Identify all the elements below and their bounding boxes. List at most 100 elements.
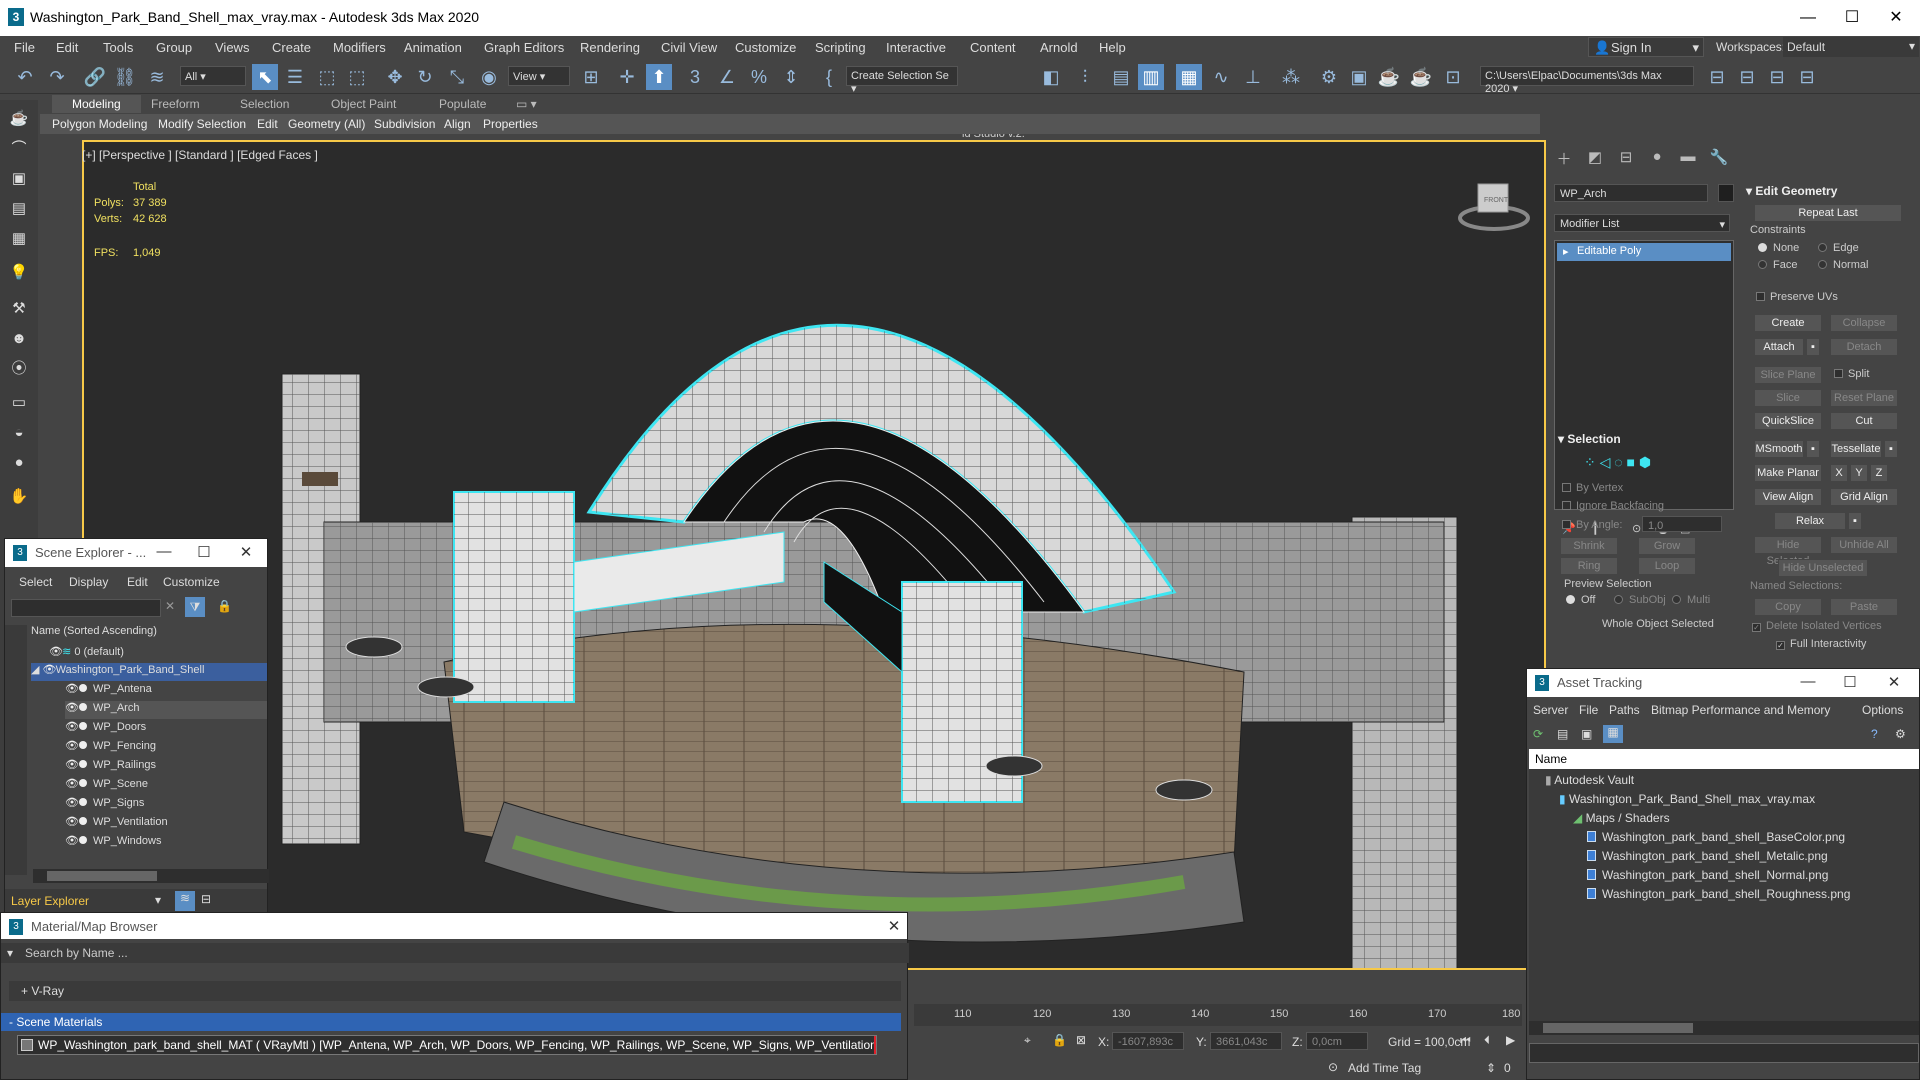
snaps-toggle-icon[interactable]: 3 bbox=[682, 64, 708, 90]
render-bulb-icon[interactable] bbox=[79, 684, 87, 692]
relax-button[interactable]: Relax bbox=[1774, 512, 1846, 530]
object-color-swatch[interactable] bbox=[1718, 184, 1734, 202]
object-row[interactable]: 👁 WP_Windows bbox=[65, 834, 267, 852]
scrollbar-thumb[interactable] bbox=[1543, 1023, 1693, 1033]
z-coordinate-field[interactable]: 0,0cm bbox=[1306, 1032, 1368, 1050]
render-bulb-icon[interactable] bbox=[79, 817, 87, 825]
asset-tracking-titlebar[interactable]: 3 Asset Tracking — ☐ ✕ bbox=[1527, 669, 1919, 697]
menu-animation[interactable]: Animation bbox=[404, 40, 462, 55]
planar-y-button[interactable]: Y bbox=[1850, 464, 1868, 482]
open-icon[interactable]: ⊟ bbox=[1734, 64, 1760, 90]
constraint-edge-radio[interactable]: Edge bbox=[1818, 242, 1859, 254]
scale-icon[interactable]: ⤡ bbox=[444, 64, 470, 90]
by-vertex-checkbox[interactable]: By Vertex bbox=[1562, 482, 1623, 494]
preview-off-radio[interactable]: Off bbox=[1566, 594, 1595, 606]
timeline-ruler[interactable]: 110 120 130 140 150 160 170 180 bbox=[914, 1004, 1522, 1026]
hierarchy-icon[interactable]: ⊟ bbox=[201, 892, 211, 906]
angle-snap-icon[interactable]: ∠ bbox=[714, 64, 740, 90]
x-coordinate-field[interactable]: -1607,893c bbox=[1112, 1032, 1184, 1050]
dome-icon[interactable]: ◒ bbox=[6, 420, 32, 446]
align-icon[interactable]: ⫶ bbox=[1072, 64, 1098, 90]
rendered-frame-window-icon[interactable]: ▣ bbox=[1346, 64, 1372, 90]
menu-interactive[interactable]: Interactive bbox=[886, 40, 946, 55]
hierarchy-panel-icon[interactable]: ⊟ bbox=[1615, 148, 1637, 170]
render-bulb-icon[interactable] bbox=[79, 798, 87, 806]
menu-graph-editors[interactable]: Graph Editors bbox=[484, 40, 564, 55]
render-bulb-icon[interactable] bbox=[79, 760, 87, 768]
menu-rendering[interactable]: Rendering bbox=[580, 40, 640, 55]
menu-edit[interactable]: Edit bbox=[56, 40, 78, 55]
asset-row-texture[interactable]: Washington_park_band_shell_BaseColor.png bbox=[1587, 830, 1845, 848]
attach-settings-icon[interactable]: ▪ bbox=[1806, 338, 1820, 356]
layer-row-default[interactable]: 👁 ≋ 0 (default) bbox=[49, 645, 267, 663]
menu-group[interactable]: Group bbox=[156, 40, 192, 55]
grid-icon[interactable]: ▦ bbox=[6, 226, 32, 252]
close-icon[interactable]: ✕ bbox=[1881, 673, 1907, 693]
material-search-bar[interactable]: ▾ Search by Name ... bbox=[1, 943, 909, 963]
close-icon[interactable]: ✕ bbox=[233, 543, 259, 563]
visibility-eye-icon[interactable]: 👁 bbox=[65, 758, 79, 771]
modifier-list-select[interactable]: Modifier List ▾ bbox=[1554, 214, 1730, 232]
render-bulb-icon[interactable] bbox=[79, 836, 87, 844]
object-row[interactable]: 👁 WP_Railings bbox=[65, 758, 267, 776]
grow-button[interactable]: Grow bbox=[1638, 537, 1696, 555]
object-name-field[interactable]: WP_Arch bbox=[1554, 184, 1708, 202]
settings-icon[interactable]: ⚙ bbox=[1895, 727, 1906, 741]
subobject-level-icons[interactable]: ⁘ ◁ ◌ ■ ⬢ bbox=[1584, 454, 1651, 471]
tab-modeling[interactable]: Modeling bbox=[52, 95, 141, 113]
object-row[interactable]: 👁 WP_Arch bbox=[65, 701, 267, 719]
layer-row-washington[interactable]: ◢ 👁 Washington_Park_Band_Shell bbox=[31, 663, 267, 681]
full-interactivity-checkbox[interactable]: ✓ Full Interactivity bbox=[1776, 638, 1866, 650]
visibility-eye-icon[interactable]: 👁 bbox=[65, 701, 79, 714]
delete-isolated-checkbox[interactable]: ✓ Delete Isolated Vertices bbox=[1752, 620, 1882, 632]
constraint-face-radio[interactable]: Face bbox=[1758, 259, 1797, 271]
keyboard-shortcut-override-icon[interactable]: ⬆ bbox=[646, 64, 672, 90]
asset-row-vault[interactable]: ▮ Autodesk Vault bbox=[1545, 773, 1634, 791]
create-panel-icon[interactable]: ＋ bbox=[1553, 148, 1575, 170]
visibility-eye-icon[interactable]: 👁 bbox=[65, 834, 79, 847]
at-menu-file[interactable]: File bbox=[1579, 703, 1598, 717]
preserve-uvs-checkbox[interactable]: Preserve UVs bbox=[1756, 291, 1838, 303]
place-icon[interactable]: ◉ bbox=[476, 64, 502, 90]
window-crossing-icon[interactable]: ⬚ bbox=[344, 64, 370, 90]
filter-icon[interactable]: ⧩ bbox=[185, 597, 205, 617]
tab-freeform[interactable]: Freeform bbox=[151, 95, 200, 113]
ribbon-properties[interactable]: Properties bbox=[483, 117, 538, 131]
stack-item-editable-poly[interactable]: ▸ Editable Poly bbox=[1557, 243, 1731, 261]
save-icon[interactable]: ⊟ bbox=[1764, 64, 1790, 90]
material-browser-titlebar[interactable]: 3 Material/Map Browser ✕ bbox=[1, 913, 907, 939]
workspaces-select[interactable]: Default ▾ bbox=[1783, 37, 1919, 57]
close-icon[interactable]: ✕ bbox=[1876, 6, 1916, 30]
scene-explorer-search[interactable] bbox=[11, 599, 161, 617]
box-icon[interactable]: ▣ bbox=[6, 166, 32, 192]
selection-lock-icon[interactable]: 🔒 bbox=[1052, 1033, 1067, 1047]
detach-button[interactable]: Detach bbox=[1830, 338, 1898, 356]
unhide-all-button[interactable]: Unhide All bbox=[1830, 536, 1898, 554]
constraint-none-radio[interactable]: None bbox=[1758, 242, 1799, 254]
menu-tools[interactable]: Tools bbox=[103, 40, 133, 55]
maximize-icon[interactable]: ☐ bbox=[1837, 673, 1863, 693]
make-planar-button[interactable]: Make Planar bbox=[1754, 464, 1822, 482]
layers-icon[interactable]: ≋ bbox=[175, 891, 195, 911]
bind-space-warp-icon[interactable]: ≋ bbox=[144, 64, 170, 90]
project-path-select[interactable]: C:\Users\Elpac\Documents\3ds Max 2020 ▾ bbox=[1480, 66, 1694, 95]
se-menu-edit[interactable]: Edit bbox=[127, 575, 148, 589]
visibility-eye-icon[interactable]: 👁 bbox=[49, 645, 63, 658]
edit-geometry-rollout-title[interactable]: ▾ Edit Geometry bbox=[1746, 184, 1837, 198]
rectangular-selection-icon[interactable]: ⬚ bbox=[314, 64, 340, 90]
menu-customize[interactable]: Customize bbox=[735, 40, 796, 55]
menu-views[interactable]: Views bbox=[215, 40, 249, 55]
asset-row-texture[interactable]: Washington_park_band_shell_Metalic.png bbox=[1587, 849, 1828, 867]
grid-align-button[interactable]: Grid Align bbox=[1830, 488, 1898, 506]
help-icon[interactable]: ? bbox=[1871, 727, 1878, 741]
previous-frame-icon[interactable]: ⏴ bbox=[1484, 1033, 1490, 1048]
reset-plane-button[interactable]: Reset Plane bbox=[1830, 389, 1898, 407]
visibility-eye-icon[interactable]: 👁 bbox=[65, 720, 79, 733]
paste-button[interactable]: Paste bbox=[1830, 598, 1898, 616]
se-menu-display[interactable]: Display bbox=[69, 575, 108, 589]
asset-row-texture[interactable]: Washington_park_band_shell_Normal.png bbox=[1587, 868, 1828, 886]
slice-plane-button[interactable]: Slice Plane bbox=[1754, 366, 1822, 384]
material-search-input[interactable]: Search by Name ... bbox=[25, 946, 128, 960]
refresh-icon[interactable]: ⟳ bbox=[1533, 727, 1543, 741]
column-header[interactable]: Name (Sorted Ascending) bbox=[31, 625, 267, 643]
